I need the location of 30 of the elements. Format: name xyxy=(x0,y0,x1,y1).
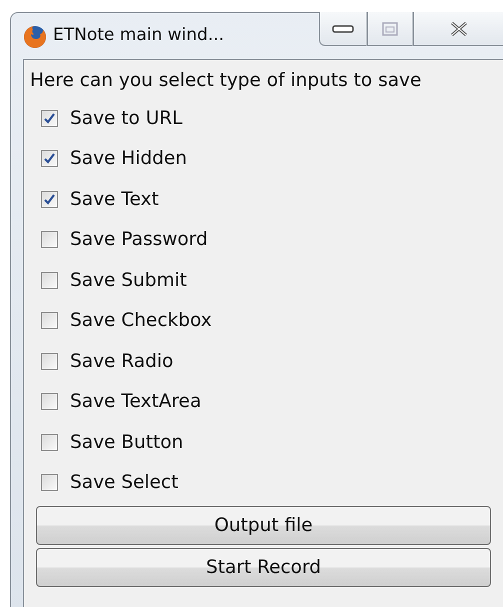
heading: Here can you select type of inputs to save xyxy=(30,69,422,93)
checkbox[interactable] xyxy=(41,231,58,248)
checkbox[interactable] xyxy=(41,352,58,370)
checkbox-label: Save Button xyxy=(70,432,184,453)
checkbox-label: Save Text xyxy=(70,188,159,210)
checkbox[interactable] xyxy=(41,393,58,410)
checkbox-label: Save Radio xyxy=(70,350,174,372)
checkbox-label: Save Hidden xyxy=(70,148,187,170)
checkbox-label: Save Password xyxy=(70,229,208,250)
close-button[interactable] xyxy=(413,12,503,46)
action-button[interactable]: Start Record xyxy=(36,548,491,587)
checkbox-label: Save TextArea xyxy=(70,391,202,412)
close-icon xyxy=(448,20,468,36)
checkbox-label: Save Select xyxy=(70,472,178,494)
minimize-button[interactable] xyxy=(319,12,367,46)
minimize-icon xyxy=(332,24,354,34)
checkbox[interactable] xyxy=(41,150,58,168)
maximize-icon xyxy=(382,22,398,36)
checkbox-label: Save to URL xyxy=(70,108,182,129)
window-title: ETNote main wind... xyxy=(53,25,224,45)
checkbox[interactable] xyxy=(41,312,58,330)
globe-icon xyxy=(23,25,47,49)
checkbox[interactable] xyxy=(41,110,58,127)
checkbox-label: Save Checkbox xyxy=(70,310,212,332)
checkbox[interactable] xyxy=(41,190,58,208)
checkbox[interactable] xyxy=(41,272,58,289)
action-button[interactable]: Output file xyxy=(36,506,491,545)
checkbox-label: Save Submit xyxy=(70,270,187,291)
checkbox[interactable] xyxy=(41,434,58,451)
checkbox[interactable] xyxy=(41,474,58,492)
